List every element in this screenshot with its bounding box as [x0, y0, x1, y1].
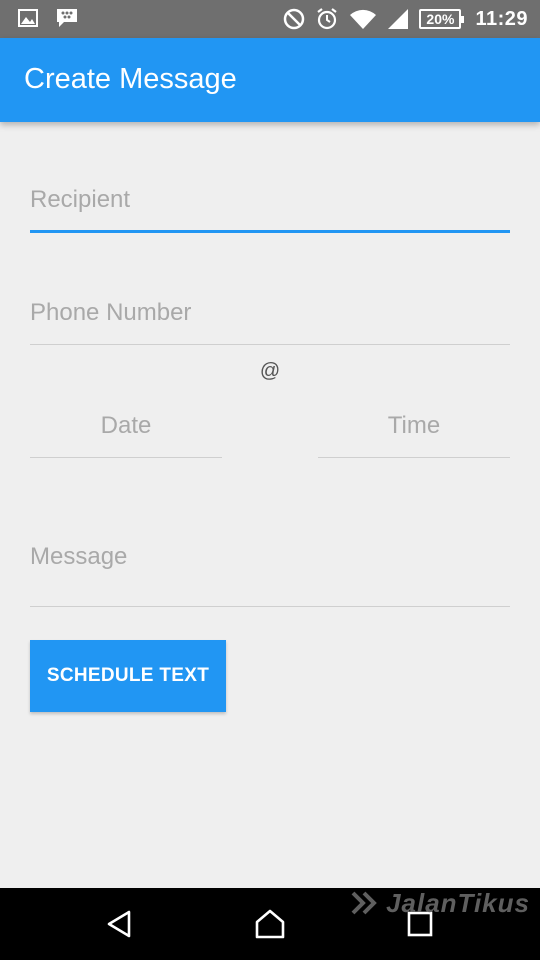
wifi-icon	[349, 8, 377, 30]
schedule-text-button[interactable]: SCHEDULE TEXT	[30, 640, 226, 712]
watermark-text: JalanTikus	[386, 887, 530, 918]
home-button[interactable]	[248, 902, 292, 946]
do-not-disturb-icon	[283, 8, 305, 30]
status-right-icons: 20% 11:29	[283, 6, 528, 32]
date-field[interactable]	[30, 406, 222, 458]
phone-number-input[interactable]	[30, 293, 510, 345]
battery-indicator: 20%	[419, 9, 465, 29]
recipient-field[interactable]	[30, 180, 510, 233]
status-clock: 11:29	[475, 7, 528, 30]
watermark-logo-icon	[351, 891, 377, 915]
app-bar: Create Message	[0, 38, 540, 122]
at-separator: @	[259, 360, 281, 382]
message-field[interactable]	[30, 537, 510, 607]
date-input[interactable]	[30, 406, 222, 458]
phone-number-field[interactable]	[30, 293, 510, 345]
bbm-chat-icon	[56, 8, 78, 28]
message-underline	[30, 606, 510, 607]
watermark: JalanTikus	[350, 888, 530, 918]
time-input[interactable]	[318, 406, 510, 458]
home-icon	[255, 909, 285, 939]
time-field[interactable]	[318, 406, 510, 458]
signal-icon	[387, 8, 409, 30]
date-underline	[30, 457, 222, 458]
message-input[interactable]	[30, 537, 510, 607]
phone-number-underline	[30, 344, 510, 345]
back-button[interactable]	[98, 902, 142, 946]
gallery-icon	[18, 8, 38, 28]
recipient-underline	[30, 230, 510, 233]
recipient-input[interactable]	[30, 180, 510, 233]
alarm-icon	[315, 7, 339, 31]
status-bar: 20% 11:29	[0, 0, 540, 38]
page-title: Create Message	[24, 63, 237, 95]
status-left-icons	[18, 8, 78, 28]
back-icon	[107, 910, 131, 938]
time-underline	[318, 457, 510, 458]
